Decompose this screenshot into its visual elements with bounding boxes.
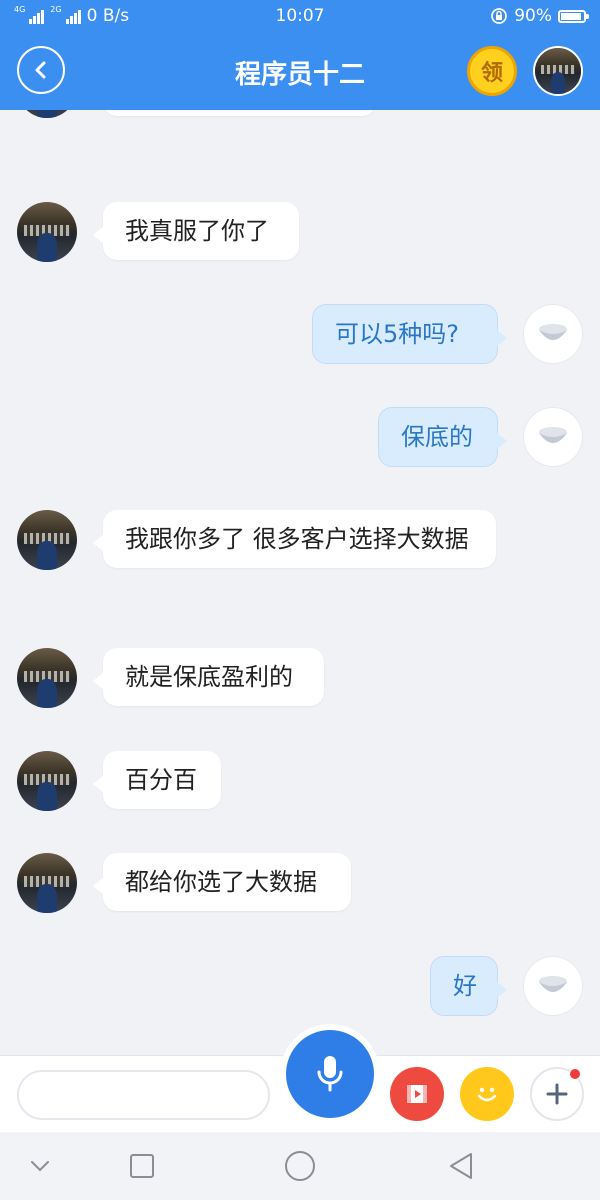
battery-icon: [558, 9, 589, 23]
message-bubble[interactable]: 百分百: [93, 751, 221, 809]
nav-home-button[interactable]: [280, 1148, 320, 1184]
voice-button[interactable]: [286, 1030, 374, 1118]
contact-avatar[interactable]: [17, 202, 77, 262]
status-bar: 4G 2G 0 B/s 10:07 90%: [0, 0, 600, 32]
message-bubble[interactable]: 就是保底盈利的: [93, 648, 324, 706]
bowl-icon: [539, 976, 567, 992]
outgoing-message: 保底的: [0, 407, 600, 475]
message-bubble[interactable]: 可以5种吗?: [312, 304, 507, 364]
coin-label: 领: [480, 61, 503, 86]
claim-coin-button[interactable]: 领: [467, 46, 517, 96]
incoming-message: 百分百: [0, 751, 600, 819]
avatar-photo: [17, 853, 77, 913]
outgoing-message: 可以5种吗?: [0, 304, 600, 372]
incoming-message: 就是保底盈利的: [0, 648, 600, 716]
avatar-photo: [17, 510, 77, 570]
message-list[interactable]: 就是最后一种最安全我真服了你了可以5种吗? 保底的我跟你多了 很多客户选择大数据就…: [0, 110, 600, 1055]
system-nav-bar: [0, 1132, 600, 1200]
contact-avatar[interactable]: [533, 46, 583, 96]
plus-icon: [546, 1083, 568, 1105]
message-bubble[interactable]: 都给你选了大数据: [93, 853, 351, 911]
emoji-button[interactable]: [460, 1067, 514, 1121]
nav-recents-button[interactable]: [122, 1148, 162, 1184]
contact-avatar[interactable]: [17, 110, 77, 118]
bowl-icon: [539, 324, 567, 340]
battery-fill: [561, 12, 581, 20]
smiley-icon: [477, 1087, 497, 1102]
contact-avatar[interactable]: [17, 510, 77, 570]
my-avatar[interactable]: [523, 956, 583, 1016]
avatar-photo: [17, 751, 77, 811]
message-bubble[interactable]: 保底的: [378, 407, 507, 467]
square-icon: [130, 1154, 154, 1178]
message-bubble[interactable]: 我真服了你了: [93, 202, 299, 260]
contact-avatar[interactable]: [17, 751, 77, 811]
my-avatar[interactable]: [523, 407, 583, 467]
avatar-photo: [17, 110, 77, 118]
outgoing-message: 好: [0, 956, 600, 1024]
video-icon: [407, 1085, 427, 1103]
message-bubble[interactable]: 就是最后一种最安全: [103, 110, 376, 116]
battery-percent: 90%: [514, 6, 552, 26]
chevron-down-icon: [31, 1161, 49, 1172]
incoming-message: 就是最后一种最安全: [0, 110, 600, 126]
my-avatar[interactable]: [523, 304, 583, 364]
contact-avatar[interactable]: [17, 853, 77, 913]
message-input[interactable]: [17, 1070, 270, 1120]
incoming-message: 我跟你多了 很多客户选择大数据: [0, 510, 600, 614]
microphone-icon: [317, 1056, 343, 1092]
avatar-photo: [17, 202, 77, 262]
bowl-icon: [539, 427, 567, 443]
avatar-photo: [535, 48, 581, 94]
message-bubble[interactable]: 我跟你多了 很多客户选择大数据: [93, 510, 496, 568]
rotation-lock-icon: [491, 8, 508, 24]
incoming-message: 都给你选了大数据: [0, 853, 600, 921]
video-button[interactable]: [390, 1067, 444, 1121]
contact-avatar[interactable]: [17, 648, 77, 708]
incoming-message: 我真服了你了: [0, 202, 600, 270]
circle-icon: [285, 1151, 315, 1181]
chat-header: 程序员十二 领: [0, 32, 600, 110]
nav-back-button[interactable]: [441, 1148, 481, 1184]
avatar-photo: [17, 648, 77, 708]
notification-dot: [569, 1068, 581, 1080]
triangle-back-icon: [450, 1153, 472, 1179]
status-right: 90%: [490, 6, 589, 26]
nav-hide-button[interactable]: [20, 1148, 60, 1184]
message-bubble[interactable]: 好: [430, 956, 507, 1016]
